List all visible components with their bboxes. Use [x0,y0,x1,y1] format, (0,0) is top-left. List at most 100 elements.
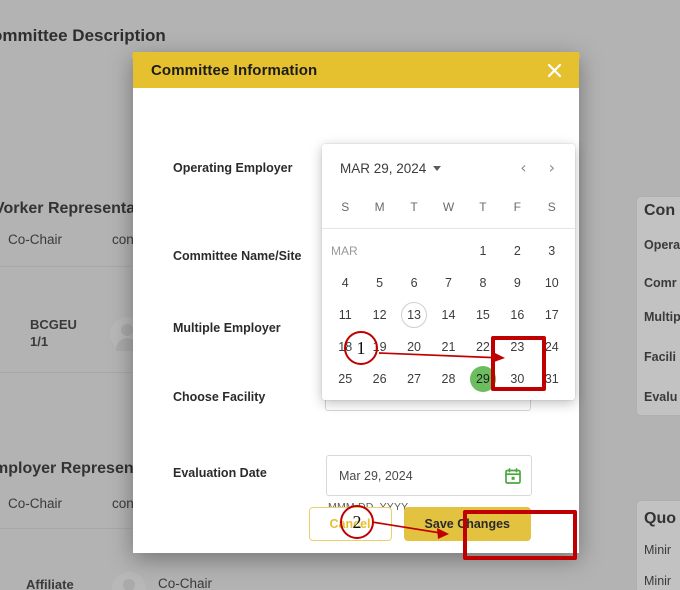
calendar-day-9[interactable]: 9 [500,267,534,299]
weekday-5: F [513,200,522,214]
background-worker-cochair-label: Co-Chair [8,232,63,247]
background-avatar-2 [112,572,146,590]
datepicker-blank-cell [431,235,465,267]
calendar-day-label: 27 [407,372,422,386]
chevron-right-icon[interactable]: › [549,160,555,176]
background-employer-cochair-2: Co-Chair [158,576,213,590]
label-choose-facility: Choose Facility [173,390,266,404]
close-icon[interactable] [543,59,565,81]
calendar-day-21[interactable]: 21 [431,331,465,363]
calendar-day-label: 19 [372,340,387,354]
datepicker-blank-cell [362,235,396,267]
background-divider-1 [0,266,132,267]
calendar-day-label: 24 [544,340,559,354]
calendar-day-31[interactable]: 31 [535,363,569,395]
datepicker-blank-cell [397,235,431,267]
calendar-day-label: 23 [510,340,525,354]
evaluation-date-value: Mar 29, 2024 [339,468,413,483]
calendar-day-17[interactable]: 17 [535,299,569,331]
datepicker-month-selector[interactable]: MAR 29, 2024 [340,161,442,176]
calendar-day-10[interactable]: 10 [535,267,569,299]
background-right-item-1: Comr [644,276,677,290]
calendar-day-12[interactable]: 12 [362,299,396,331]
calendar-day-29[interactable]: 29 [466,363,500,395]
calendar-day-2[interactable]: 2 [500,235,534,267]
calendar-day-label: 3 [548,244,556,258]
background-employer-cochair-label: Co-Chair [8,496,63,511]
calendar-day-18[interactable]: 18 [328,331,362,363]
calendar-day-26[interactable]: 26 [362,363,396,395]
calendar-day-24[interactable]: 24 [535,331,569,363]
calendar-day-label: 18 [338,340,353,354]
calendar-day-label: 21 [441,340,456,354]
datepicker-popup: MAR 29, 2024 ‹ › SMTWTFS MAR 1 2 3 4 5 6 7 8 9 10 1… [322,144,575,400]
calendar-day-label: 14 [441,308,456,322]
calendar-day-label: 1 [479,244,487,258]
weekday-2: T [410,200,418,214]
calendar-day-label: 28 [441,372,456,386]
calendar-day-20[interactable]: 20 [397,331,431,363]
calendar-day-16[interactable]: 16 [500,299,534,331]
background-right-card [636,196,680,416]
calendar-day-5[interactable]: 5 [362,267,396,299]
datepicker-nav: ‹ › [520,160,565,176]
calendar-day-label: 5 [376,276,384,290]
weekday-6: S [547,200,556,214]
calendar-day-label: 11 [338,308,352,322]
background-quorum-item-1: Minir [644,574,672,588]
modal-title: Committee Information [151,61,318,79]
background-worker-org: BCGEU [30,317,77,332]
screen: ommittee Description Vorker Representa C… [0,0,680,590]
calendar-day-label: 9 [513,276,521,290]
background-page-title: ommittee Description [0,26,166,45]
calendar-day-14[interactable]: 14 [431,299,465,331]
calendar-day-25[interactable]: 25 [328,363,362,395]
background-right-item-3: Facili [644,350,676,364]
chevron-left-icon[interactable]: ‹ [520,160,526,176]
calendar-day-label: 15 [475,308,490,322]
save-changes-button[interactable]: Save Changes [403,507,531,541]
datepicker-month-tag: MAR [331,244,358,258]
background-quorum-item-0: Minir [644,543,672,557]
calendar-day-19[interactable]: 19 [362,331,396,363]
datepicker-header: MAR 29, 2024 ‹ › [322,144,575,192]
background-divider-2 [0,372,132,373]
cancel-button[interactable]: Cancel [308,507,392,541]
weekday-0: S [341,200,350,214]
calendar-icon[interactable] [505,467,521,484]
calendar-day-label: 31 [544,372,559,386]
weekday-1: M [374,200,385,214]
background-quorum-title: Quo [644,510,676,527]
calendar-day-6[interactable]: 6 [397,267,431,299]
calendar-day-label: 30 [510,372,525,386]
calendar-day-11[interactable]: 11 [328,299,362,331]
modal-header: Committee Information [133,52,579,88]
weekday-3: W [442,200,455,214]
calendar-day-27[interactable]: 27 [397,363,431,395]
calendar-day-label: 10 [544,276,559,290]
calendar-day-13[interactable]: 13 [397,299,431,331]
calendar-day-label: 16 [510,308,525,322]
label-committee-name-site: Committee Name/Site [173,249,302,263]
calendar-day-22[interactable]: 22 [466,331,500,363]
calendar-day-1[interactable]: 1 [466,235,500,267]
calendar-day-label: 4 [341,276,349,290]
label-multiple-employer: Multiple Employer [173,321,281,335]
calendar-day-8[interactable]: 8 [466,267,500,299]
calendar-day-3[interactable]: 3 [535,235,569,267]
calendar-day-label: 26 [372,372,387,386]
calendar-day-label: 20 [407,340,422,354]
modal-footer: Cancel Save Changes [133,507,579,541]
calendar-day-28[interactable]: 28 [431,363,465,395]
background-right-card-title: Con [644,202,676,219]
calendar-day-7[interactable]: 7 [431,267,465,299]
background-employer-org: Affiliate [26,577,74,590]
calendar-day-30[interactable]: 30 [500,363,534,395]
calendar-day-4[interactable]: 4 [328,267,362,299]
calendar-day-15[interactable]: 15 [466,299,500,331]
background-section-title-worker: Vorker Representa [0,200,136,217]
evaluation-date-input[interactable]: Mar 29, 2024 [326,455,532,496]
committee-information-modal: Committee Information Operating Employer… [133,52,579,553]
background-worker-count: 1/1 [30,334,49,349]
calendar-day-23[interactable]: 23 [500,331,534,363]
